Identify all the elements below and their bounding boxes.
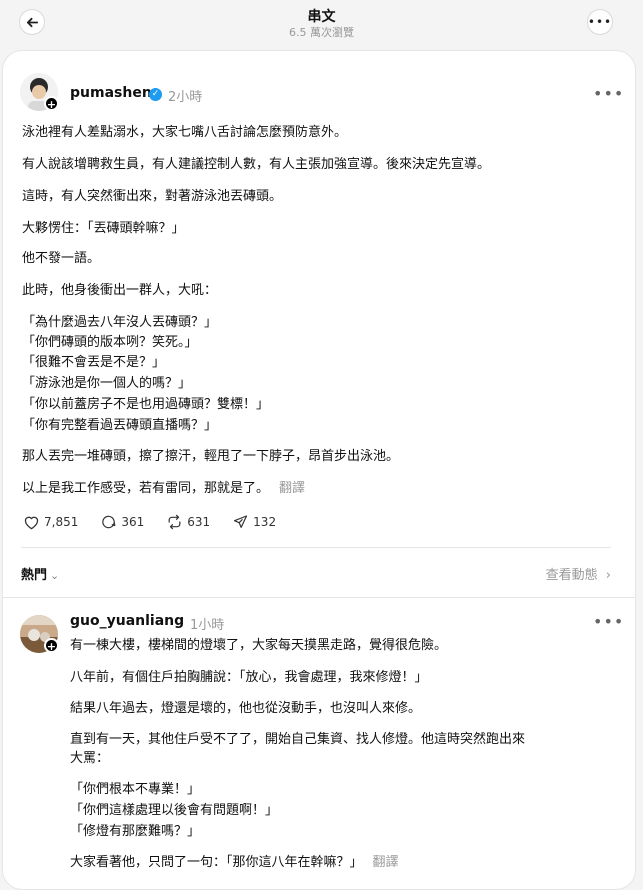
post-more-button[interactable]: ••• <box>593 84 624 103</box>
share-count: 132 <box>253 515 277 529</box>
post-time: 2小時 <box>168 90 203 105</box>
repost-icon <box>168 514 181 530</box>
reply-paragraph: 直到有一天，其他住戶受不了了，開始自己集資、找人修燈。他這時突然跑出來 <box>70 732 526 747</box>
sort-label: 熱門 <box>21 568 48 583</box>
page-title: 串文 <box>307 9 336 25</box>
divider <box>21 547 611 548</box>
reply-more-button[interactable]: ••• <box>593 612 624 631</box>
quote-line: 「你們磚頭的版本咧？笑死。」 <box>22 335 198 350</box>
like-button[interactable]: 7,851 <box>23 514 78 530</box>
view-activity-link[interactable]: 查看動態 › <box>546 564 611 583</box>
quote-line: 「游泳池是你一個人的嗎？」 <box>22 376 192 391</box>
quote-line: 「很難不會丟是不是？」 <box>22 355 166 370</box>
post-paragraph: 此時，他身後衝出一群人，大吼： <box>22 283 218 298</box>
reply-paragraph: 結果八年過去，燈還是壞的，他也從沒動手，也沒叫人來修。 <box>70 701 422 716</box>
more-icon: ••• <box>587 15 613 29</box>
quote-line: 「修燈有那麼難嗎？」 <box>70 824 201 839</box>
verified-badge-icon: ✓ <box>149 88 162 101</box>
quote-line: 「你們根本不專業！」 <box>70 782 201 797</box>
more-options-button[interactable]: ••• <box>587 9 613 35</box>
post-paragraph: 這時，有人突然衝出來，對著游泳池丟磚頭。 <box>22 189 283 204</box>
post-username[interactable]: pumashen <box>70 85 152 101</box>
quote-line: 「為什麼過去八年沒人丟磚頭？」 <box>22 315 218 330</box>
post-paragraph: 大夥愣住：「丟磚頭幹嘛？」 <box>22 221 185 236</box>
reply-paragraph: 八年前，有個住戶拍胸脯說：「放心，我會處理，我來修燈！」 <box>70 670 428 685</box>
post-last-line: 以上是我工作感受，若有雷同，那就是了。 <box>22 481 270 496</box>
post-actions: 7,851 361 631 132 <box>23 511 298 533</box>
translate-link[interactable]: 翻譯 <box>279 481 305 496</box>
top-bar: 串文 6.5 萬次瀏覽 ••• <box>0 0 643 50</box>
reply-paragraph: 大罵： <box>70 751 110 766</box>
sort-dropdown[interactable]: 熱門 ⌄ <box>21 564 59 583</box>
quote-line: 「你有完整看過丟磚頭直播嗎？」 <box>22 418 218 433</box>
chevron-down-icon: ⌄ <box>50 569 60 582</box>
heart-icon <box>24 516 39 530</box>
view-count: 6.5 萬次瀏覽 <box>289 26 354 39</box>
chevron-right-icon: › <box>605 568 611 583</box>
reply-paragraph: 大家看著他，只問了一句：「那你這八年在幹嘛？」 翻譯 <box>70 853 399 873</box>
post-paragraph: 泳池裡有人差點溺水，大家七嘴八舌討論怎麼預防意外。 <box>22 125 348 140</box>
post-paragraph: 那人丟完一堆磚頭，擦了擦汗，輕甩了一下脖子，昂首步出泳池。 <box>22 449 400 464</box>
reply-paragraph: 有一棟大樓，樓梯間的燈壞了，大家每天摸黑走路，覺得很危險。 <box>70 638 448 653</box>
follow-plus-icon[interactable]: + <box>44 638 59 653</box>
post-paragraph: 有人說該增聘救生員，有人建議控制人數，有人主張加強宣導。後來決定先宣導。 <box>22 157 491 172</box>
comment-count: 361 <box>121 515 145 529</box>
repost-button[interactable]: 631 <box>166 514 210 530</box>
comment-button[interactable]: 361 <box>100 514 144 530</box>
send-icon <box>234 515 248 528</box>
comment-icon <box>102 515 116 529</box>
repost-count: 631 <box>187 515 211 529</box>
post-paragraph: 他不發一語。 <box>22 251 101 266</box>
follow-plus-icon[interactable]: + <box>44 96 59 111</box>
divider <box>3 597 635 598</box>
activity-label: 查看動態 <box>545 568 598 583</box>
thread-card: + pumashen ✓ 2小時 ••• 泳池裡有人差點溺水，大家七嘴八舌討論怎… <box>2 50 636 890</box>
quote-line: 「你以前蓋房子不是也用過磚頭？雙標！」 <box>22 397 270 412</box>
post-paragraph: 以上是我工作感受，若有雷同，那就是了。 翻譯 <box>22 479 305 499</box>
translate-link[interactable]: 翻譯 <box>373 855 399 870</box>
like-count: 7,851 <box>44 515 79 529</box>
quote-line: 「你們這樣處理以後會有問題啊！」 <box>70 803 279 818</box>
reply-username[interactable]: guo_yuanliang <box>70 613 184 629</box>
reply-time: 1小時 <box>190 618 225 633</box>
share-button[interactable]: 132 <box>232 514 276 530</box>
reply-last-line: 大家看著他，只問了一句：「那你這八年在幹嘛？」 <box>70 855 363 870</box>
